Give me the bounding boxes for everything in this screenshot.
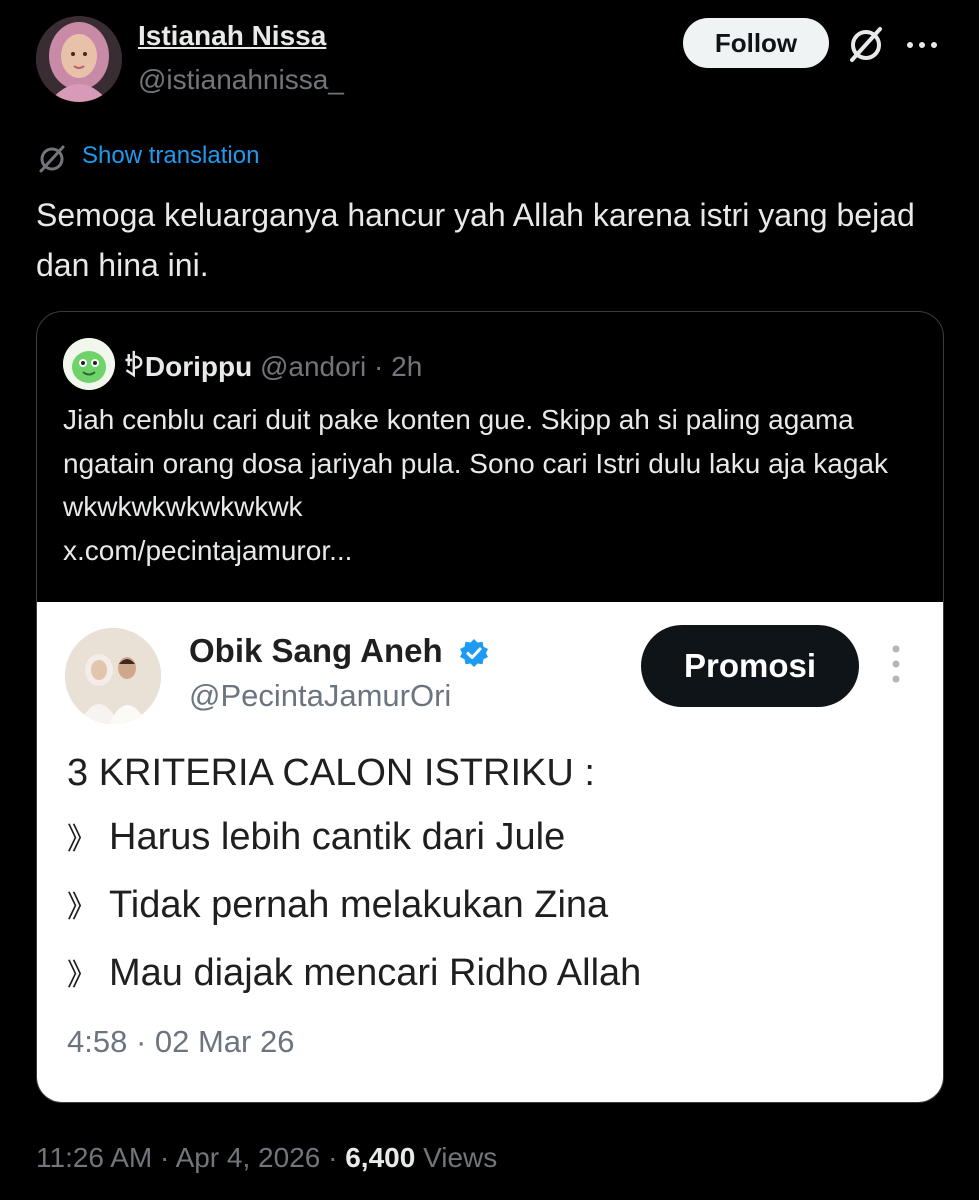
inner-author-avatar	[65, 628, 161, 724]
follow-button[interactable]: Follow	[683, 18, 829, 68]
show-translation-link[interactable]: Show translation	[82, 142, 259, 170]
criteria-text: Mau diajak mencari Ridho Allah	[109, 952, 642, 994]
quoted-text: Jiah cenblu cari duit pake konten gue. S…	[63, 404, 888, 522]
translate-icon	[36, 142, 68, 174]
quoted-author-name[interactable]: ꉣDorippu	[123, 351, 252, 382]
tweet-text: Semoga keluarganya hancur yah Allah kare…	[36, 197, 915, 283]
views-count: 6,400	[345, 1142, 416, 1173]
quoted-text-block: Jiah cenblu cari duit pake konten gue. S…	[63, 398, 923, 572]
criteria-item: 》 Tidak pernah melakukan Zina	[67, 882, 608, 927]
tweet-meta: 11:26 AM · Apr 4, 2026 · 6,400 Views	[36, 1142, 497, 1174]
verified-badge-icon	[458, 637, 490, 669]
quoted-author-avatar[interactable]	[63, 338, 115, 390]
more-vertical-icon	[891, 642, 901, 686]
criteria-title: 3 KRITERIA CALON ISTRIKU :	[67, 752, 595, 794]
more-icon[interactable]	[904, 26, 940, 60]
quoted-tweet-card[interactable]: ꉣDorippu @andori · 2h Jiah cenblu cari d…	[36, 311, 944, 1103]
views-label: Views	[415, 1142, 498, 1173]
inner-author-handle: @PecintaJamurOri	[189, 678, 452, 713]
inner-author-name: Obik Sang Aneh	[189, 632, 443, 669]
grok-icon[interactable]	[846, 24, 886, 64]
quoted-time: · 2h	[374, 351, 423, 382]
inner-timestamp: 4:58 · 02 Mar 26	[67, 1024, 295, 1059]
author-handle[interactable]: @istianahnissa_	[138, 64, 344, 96]
author-avatar[interactable]	[36, 16, 122, 102]
quoted-link[interactable]: x.com/pecintajamuror...	[63, 529, 923, 573]
promosi-button: Promosi	[641, 625, 859, 707]
criteria-bullet: 》	[67, 823, 97, 856]
tweet-timestamp[interactable]: 11:26 AM · Apr 4, 2026 ·	[36, 1142, 345, 1173]
criteria-text: Harus lebih cantik dari Jule	[109, 816, 566, 858]
criteria-text: Tidak pernah melakukan Zina	[109, 884, 609, 926]
criteria-item: 》 Mau diajak mencari Ridho Allah	[67, 950, 641, 995]
quoted-author-line[interactable]: ꉣDorippu @andori · 2h	[123, 346, 422, 383]
criteria-bullet: 》	[67, 891, 97, 924]
author-name[interactable]: Istianah Nissa	[138, 20, 326, 52]
quoted-author-handle[interactable]: @andori	[260, 351, 366, 382]
quoted-media-image[interactable]: Obik Sang Aneh @PecintaJamurOri Promosi …	[37, 602, 943, 1102]
criteria-item: 》 Harus lebih cantik dari Jule	[67, 814, 565, 859]
criteria-bullet: 》	[67, 959, 97, 992]
inner-author-line: Obik Sang Aneh	[189, 632, 490, 670]
